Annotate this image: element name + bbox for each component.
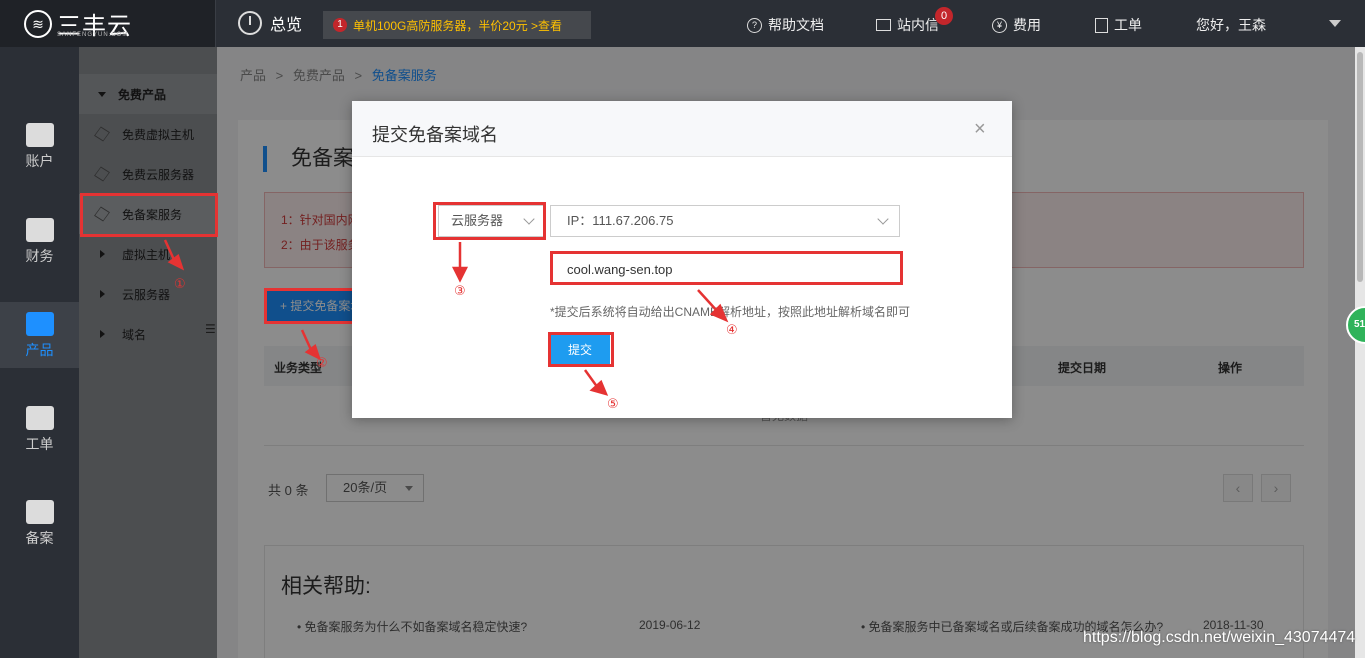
annotation-number: ④ (726, 322, 738, 337)
annotation-number: ⑤ (607, 396, 619, 411)
scrollbar-thumb[interactable] (1357, 52, 1363, 282)
arrow-line (697, 289, 719, 313)
annotation-arrows (163, 239, 729, 396)
annotation-number: ③ (454, 283, 466, 298)
arrow-head (451, 266, 469, 283)
watermark: https://blog.csdn.net/weixin_43074474 (1083, 629, 1356, 646)
annotation-number: ① (174, 276, 186, 291)
annotation-number: ② (316, 355, 328, 370)
